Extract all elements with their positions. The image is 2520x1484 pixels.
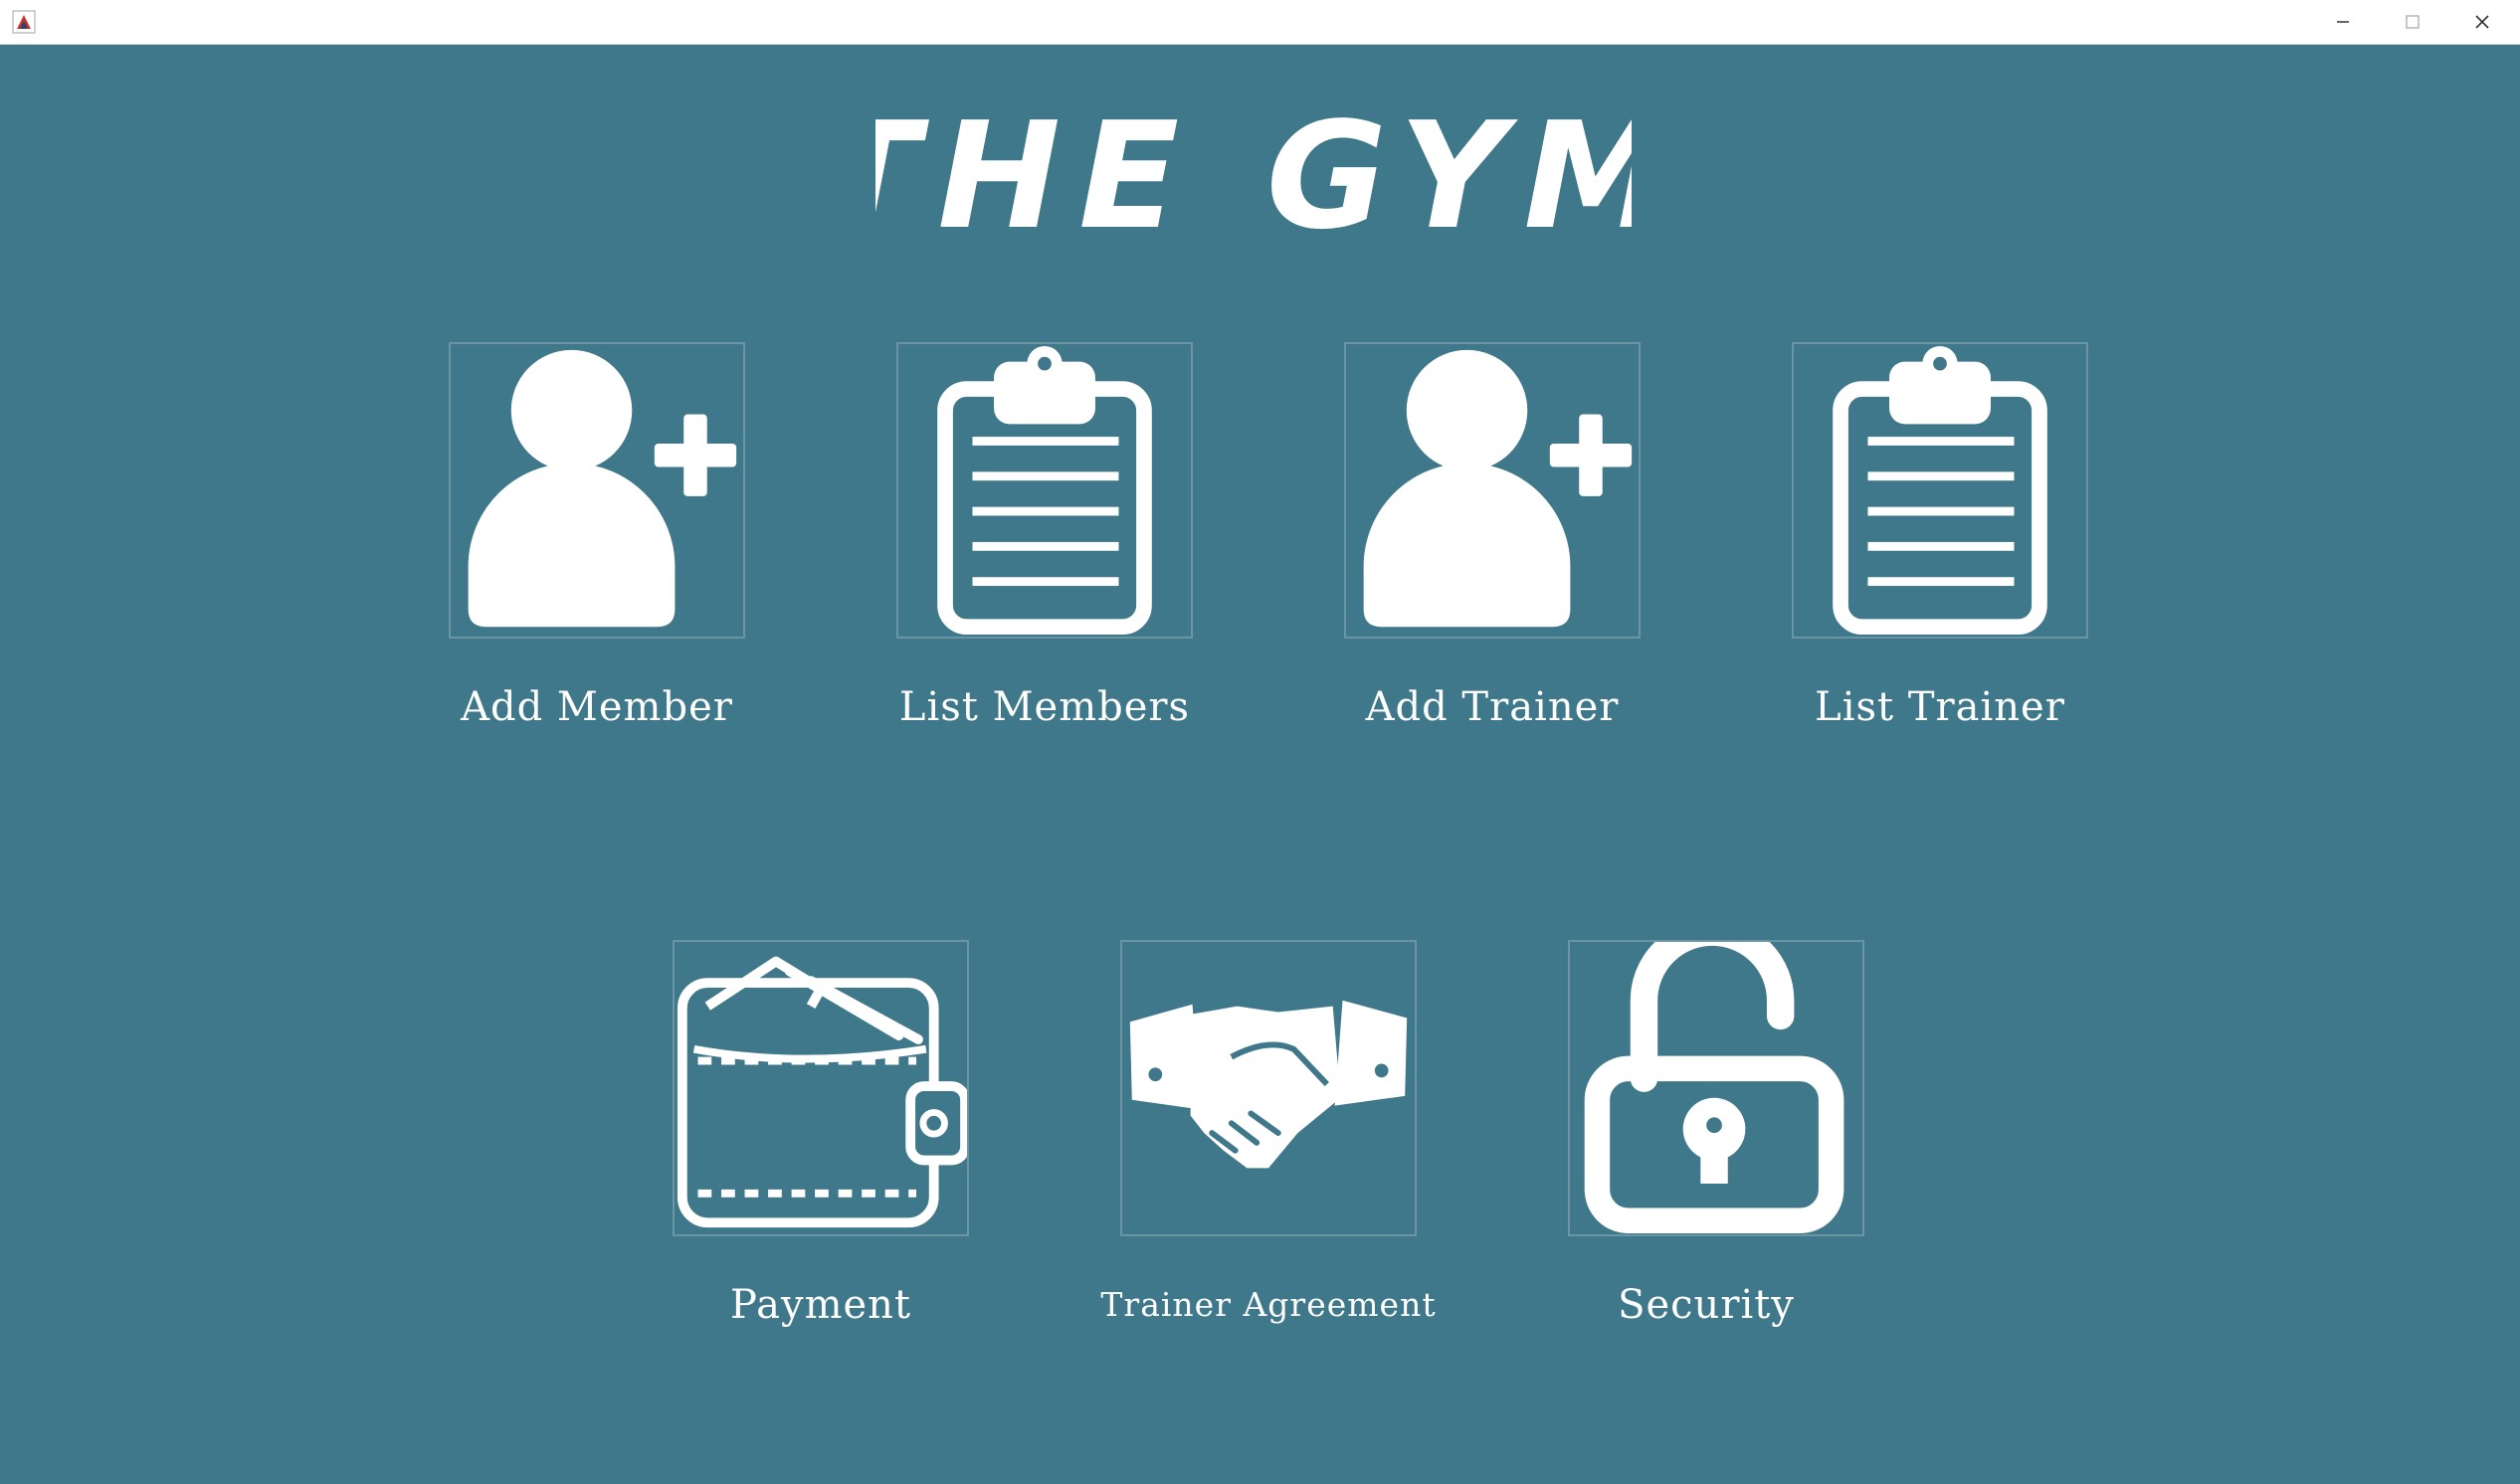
- handshake-icon: [1129, 1000, 1408, 1169]
- security-button[interactable]: [1568, 940, 1864, 1236]
- security-label: Security: [1618, 1282, 1795, 1328]
- maximize-button[interactable]: [2378, 0, 2447, 44]
- payment-label: Payment: [730, 1282, 911, 1328]
- maximize-icon: [2406, 15, 2420, 29]
- add-member-label: Add Member: [461, 684, 733, 730]
- minimize-icon: [2337, 21, 2349, 23]
- trainer-agreement-label: Trainer Agreement: [1100, 1285, 1437, 1324]
- logo-text: THE GYM: [875, 91, 1632, 257]
- list-trainer-label: List Trainer: [1815, 684, 2065, 730]
- title-bar: [0, 0, 2520, 45]
- list-members-label: List Members: [898, 684, 1191, 730]
- add-trainer-label: Add Trainer: [1365, 684, 1620, 730]
- minimize-button[interactable]: [2308, 0, 2378, 44]
- list-trainer-button[interactable]: [1792, 342, 2088, 639]
- gym-logo: THE GYM: [819, 88, 1669, 262]
- add-user-icon: [468, 349, 737, 628]
- trainer-agreement-button[interactable]: [1120, 940, 1417, 1236]
- list-members-button[interactable]: [896, 342, 1193, 639]
- clipboard-icon: [937, 345, 1152, 636]
- payment-button[interactable]: [673, 940, 969, 1236]
- add-member-button[interactable]: [449, 342, 745, 639]
- main-window: THE GYM Add Member List Members: [0, 0, 2520, 1484]
- wallet-icon: [677, 956, 967, 1228]
- unlocked-padlock-icon: [1584, 942, 1844, 1234]
- close-button[interactable]: [2447, 0, 2517, 44]
- close-icon: [2475, 15, 2489, 29]
- java-app-icon: [12, 10, 36, 34]
- add-trainer-button[interactable]: [1344, 342, 1641, 639]
- add-user-icon: [1363, 349, 1633, 628]
- clipboard-icon: [1833, 345, 2047, 636]
